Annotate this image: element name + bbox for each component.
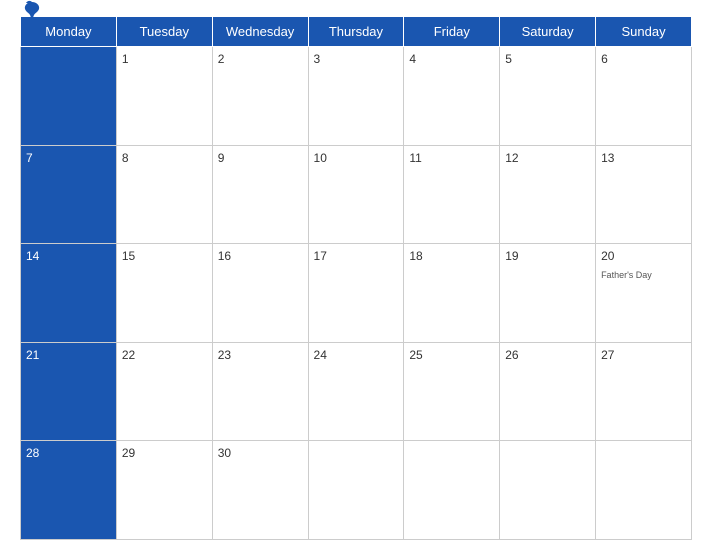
day-number: 14	[26, 249, 39, 263]
day-number: 23	[218, 348, 231, 362]
calendar-day: 10	[308, 145, 404, 244]
calendar-day: 7	[21, 145, 117, 244]
calendar-day: 26	[500, 342, 596, 441]
day-number: 10	[314, 151, 327, 165]
calendar-week-1: 1 2 3 4 5 6	[21, 47, 692, 146]
day-number: 26	[505, 348, 518, 362]
day-event: Father's Day	[601, 270, 652, 280]
calendar-day: 21	[21, 342, 117, 441]
calendar-day: 9	[212, 145, 308, 244]
day-number: 18	[409, 249, 422, 263]
day-number: 1	[122, 52, 129, 66]
calendar-week-4: 21 22 23 24 25 26 27	[21, 342, 692, 441]
logo	[20, 0, 42, 20]
day-number: 17	[314, 249, 327, 263]
calendar-day: 14	[21, 244, 117, 343]
calendar-day: 15	[116, 244, 212, 343]
day-number: 5	[505, 52, 512, 66]
calendar-day: 19	[500, 244, 596, 343]
weekday-header-thursday: Thursday	[308, 17, 404, 47]
day-number: 28	[26, 446, 39, 460]
calendar-day: 16	[212, 244, 308, 343]
calendar-day: 29	[116, 441, 212, 540]
calendar-week-2: 7 8 9 10 11 12 13	[21, 145, 692, 244]
weekday-header-monday: Monday	[21, 17, 117, 47]
calendar-day: 28	[21, 441, 117, 540]
calendar-day: 4	[404, 47, 500, 146]
day-number: 4	[409, 52, 416, 66]
calendar-day: 12	[500, 145, 596, 244]
day-number: 11	[409, 151, 421, 165]
calendar-day: 1	[116, 47, 212, 146]
day-number: 13	[601, 151, 614, 165]
day-number: 20	[601, 249, 614, 263]
day-number: 16	[218, 249, 231, 263]
calendar-day: 6	[596, 47, 692, 146]
day-number: 24	[314, 348, 327, 362]
day-number: 29	[122, 446, 135, 460]
calendar-day	[21, 47, 117, 146]
calendar-table: MondayTuesdayWednesdayThursdayFridaySatu…	[20, 16, 692, 540]
calendar-day: 17	[308, 244, 404, 343]
day-number: 21	[26, 348, 39, 362]
weekday-header-saturday: Saturday	[500, 17, 596, 47]
weekday-header-wednesday: Wednesday	[212, 17, 308, 47]
calendar-day: 20 Father's Day	[596, 244, 692, 343]
calendar-day: 3	[308, 47, 404, 146]
calendar-day	[596, 441, 692, 540]
calendar-day	[500, 441, 596, 540]
day-number: 7	[26, 151, 33, 165]
day-number: 6	[601, 52, 608, 66]
calendar-day: 30	[212, 441, 308, 540]
weekday-header-friday: Friday	[404, 17, 500, 47]
calendar-day: 24	[308, 342, 404, 441]
calendar-day	[308, 441, 404, 540]
weekday-header-tuesday: Tuesday	[116, 17, 212, 47]
day-number: 27	[601, 348, 614, 362]
calendar-week-5: 28 29 30	[21, 441, 692, 540]
day-number: 22	[122, 348, 135, 362]
day-number: 9	[218, 151, 225, 165]
calendar-day: 8	[116, 145, 212, 244]
day-number: 25	[409, 348, 422, 362]
day-number: 15	[122, 249, 135, 263]
calendar-day: 13	[596, 145, 692, 244]
calendar-day: 11	[404, 145, 500, 244]
day-number: 3	[314, 52, 321, 66]
calendar-day	[404, 441, 500, 540]
calendar-day: 5	[500, 47, 596, 146]
day-number: 12	[505, 151, 518, 165]
calendar-day: 27	[596, 342, 692, 441]
calendar-header-row: MondayTuesdayWednesdayThursdayFridaySatu…	[21, 17, 692, 47]
day-number: 19	[505, 249, 518, 263]
calendar-day: 23	[212, 342, 308, 441]
day-number: 2	[218, 52, 225, 66]
calendar-week-3: 14 15 16 17 18 19 20 Father's Day	[21, 244, 692, 343]
calendar-day: 2	[212, 47, 308, 146]
calendar-day: 25	[404, 342, 500, 441]
logo-bird-icon	[22, 0, 42, 20]
calendar-day: 22	[116, 342, 212, 441]
weekday-header-sunday: Sunday	[596, 17, 692, 47]
day-number: 8	[122, 151, 129, 165]
calendar-day: 18	[404, 244, 500, 343]
day-number: 30	[218, 446, 231, 460]
